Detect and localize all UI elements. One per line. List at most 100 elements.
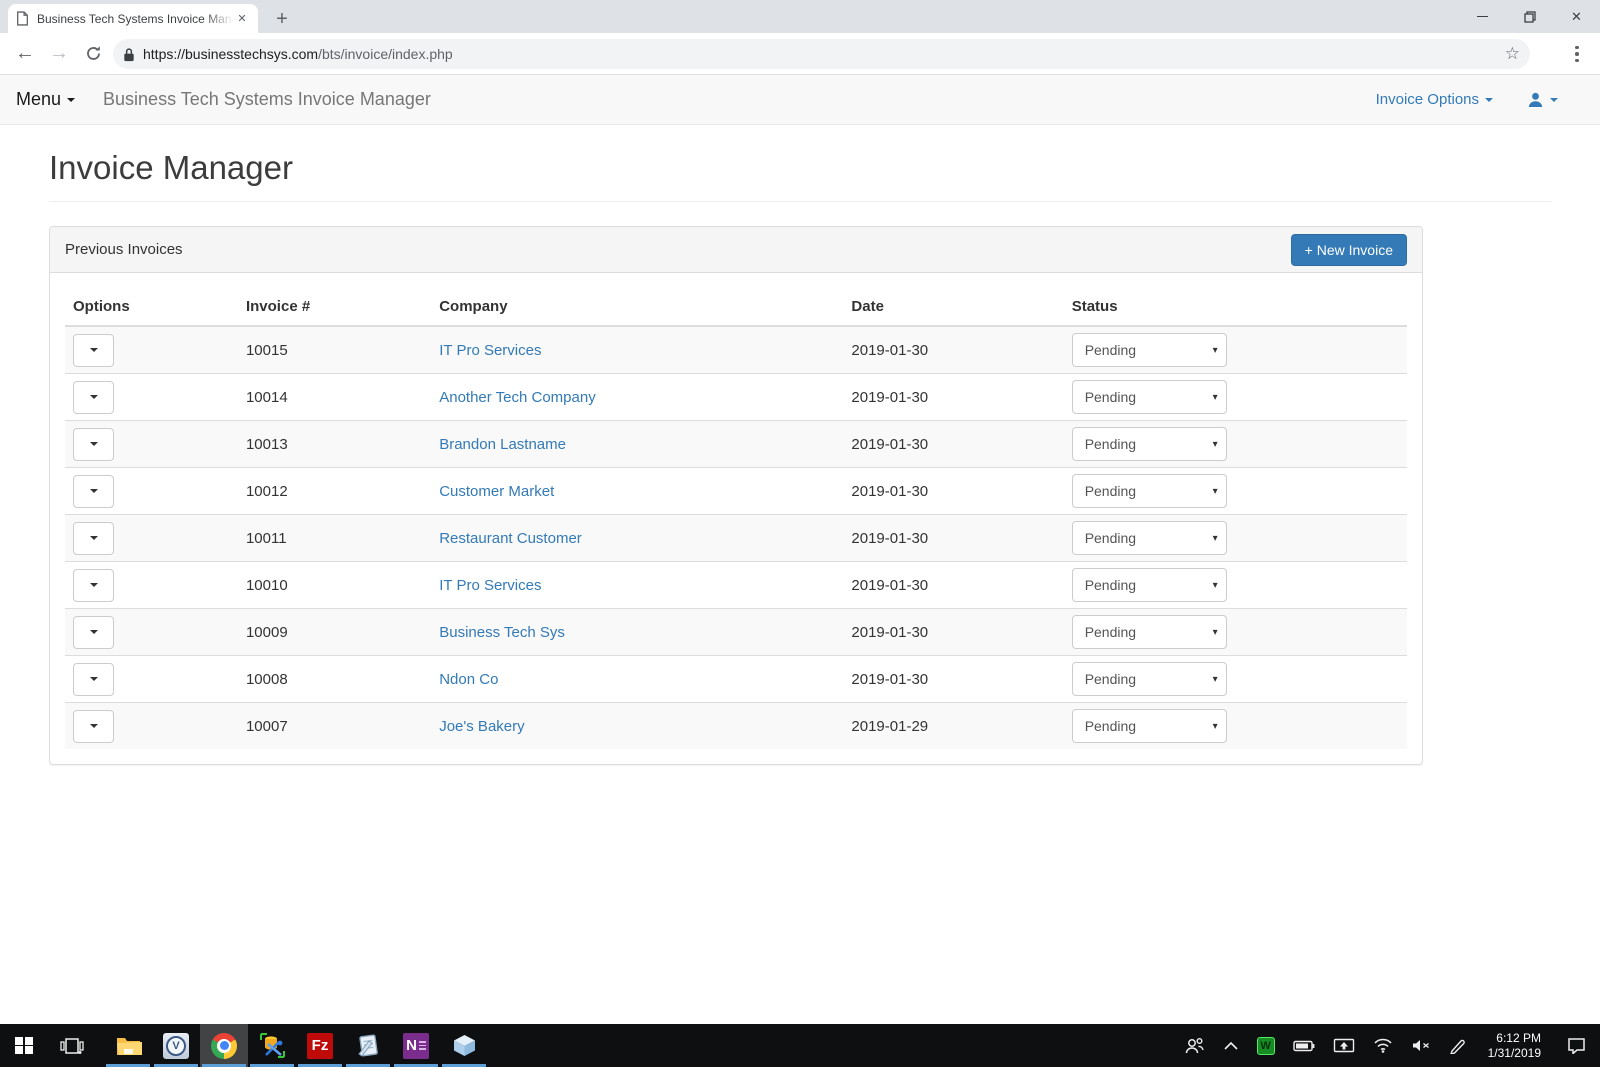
- taskbar-app-notepad[interactable]: [344, 1024, 392, 1067]
- database-tools-icon: [259, 1032, 286, 1059]
- table-row: 10013 Brandon Lastname 2019-01-30 Pendin…: [65, 421, 1407, 468]
- taskbar-app-chrome[interactable]: [200, 1024, 248, 1067]
- minimize-button[interactable]: [1459, 0, 1506, 33]
- filezilla-icon: Fz: [307, 1033, 333, 1059]
- action-center-button[interactable]: [1553, 1024, 1600, 1067]
- date-cell: 2019-01-30: [843, 374, 1063, 421]
- taskbar-app-database-tools[interactable]: [248, 1024, 296, 1067]
- cast-display-button[interactable]: [1324, 1024, 1364, 1067]
- caret-down-icon: [90, 677, 98, 681]
- status-select[interactable]: Pending ▾: [1072, 709, 1227, 743]
- browser-toolbar: ← → https://businesstechsys.com/bts/invo…: [0, 33, 1600, 75]
- table-row: 10009 Business Tech Sys 2019-01-30 Pendi…: [65, 609, 1407, 656]
- table-row: 10010 IT Pro Services 2019-01-30 Pending…: [65, 562, 1407, 609]
- company-link[interactable]: Business Tech Sys: [439, 624, 565, 641]
- row-options-dropdown-button[interactable]: [73, 428, 114, 461]
- company-link[interactable]: Joe's Bakery: [439, 718, 524, 735]
- invoice-number: 10007: [246, 718, 288, 735]
- caret-down-icon: [1550, 98, 1558, 102]
- row-options-dropdown-button[interactable]: [73, 381, 114, 414]
- page-title: Invoice Manager: [49, 149, 1551, 201]
- close-window-button[interactable]: ✕: [1553, 0, 1600, 33]
- taskbar-app-virtualbox[interactable]: [440, 1024, 488, 1067]
- address-bar[interactable]: https://businesstechsys.com/bts/invoice/…: [113, 39, 1530, 69]
- company-cell: Ndon Co: [431, 656, 843, 703]
- w-app-tray-icon: W: [1257, 1037, 1275, 1055]
- new-invoice-button[interactable]: + New Invoice: [1291, 234, 1407, 266]
- company-link[interactable]: Restaurant Customer: [439, 530, 582, 547]
- date-cell: 2019-01-30: [843, 515, 1063, 562]
- show-hidden-icons-button[interactable]: [1214, 1024, 1248, 1067]
- people-button[interactable]: [1174, 1024, 1214, 1067]
- back-button[interactable]: ←: [8, 37, 42, 71]
- date-cell: 2019-01-30: [843, 421, 1063, 468]
- taskbar-clock[interactable]: 6:12 PM 1/31/2019: [1476, 1024, 1553, 1067]
- caret-down-icon: [90, 536, 98, 540]
- company-link[interactable]: Customer Market: [439, 483, 554, 500]
- column-header-invoice: Invoice #: [238, 288, 431, 326]
- tab-close-icon[interactable]: ✕: [234, 11, 250, 27]
- menu-dropdown[interactable]: Menu: [16, 89, 75, 110]
- status-select[interactable]: Pending ▾: [1072, 662, 1227, 696]
- status-select[interactable]: Pending ▾: [1072, 521, 1227, 555]
- windows-logo-icon: [15, 1037, 33, 1055]
- invoice-options-dropdown[interactable]: Invoice Options: [1376, 91, 1493, 108]
- minimize-icon: [1477, 16, 1488, 18]
- caret-down-icon: [90, 583, 98, 587]
- bookmark-star-icon[interactable]: ☆: [1505, 44, 1520, 64]
- row-options-dropdown-button[interactable]: [73, 522, 114, 555]
- status-select[interactable]: Pending ▾: [1072, 568, 1227, 602]
- speaker-muted-icon: [1411, 1038, 1431, 1053]
- refresh-button[interactable]: [76, 37, 110, 71]
- invoice-date: 2019-01-30: [851, 342, 928, 359]
- row-options-dropdown-button[interactable]: [73, 475, 114, 508]
- status-selected-value: Pending: [1085, 577, 1136, 593]
- windows-taskbar: V Fz: [0, 1024, 1600, 1067]
- volume-button[interactable]: [1402, 1024, 1440, 1067]
- pen-button[interactable]: [1440, 1024, 1476, 1067]
- row-options-dropdown-button[interactable]: [73, 663, 114, 696]
- status-select[interactable]: Pending ▾: [1072, 474, 1227, 508]
- column-header-status: Status: [1064, 288, 1407, 326]
- menu-label: Menu: [16, 89, 61, 110]
- invoice-table: Options Invoice # Company Date Status 10…: [65, 288, 1407, 749]
- task-view-button[interactable]: [48, 1024, 96, 1067]
- row-options-dropdown-button[interactable]: [73, 616, 114, 649]
- taskbar-app-onenote[interactable]: N: [392, 1024, 440, 1067]
- restore-button[interactable]: [1506, 0, 1553, 33]
- company-link[interactable]: Ndon Co: [439, 671, 498, 688]
- taskbar-app-v-circle[interactable]: V: [152, 1024, 200, 1067]
- status-select[interactable]: Pending ▾: [1072, 333, 1227, 367]
- date-cell: 2019-01-30: [843, 609, 1063, 656]
- company-link[interactable]: IT Pro Services: [439, 342, 541, 359]
- start-button[interactable]: [0, 1024, 48, 1067]
- forward-button[interactable]: →: [42, 37, 76, 71]
- invoice-number-cell: 10010: [238, 562, 431, 609]
- taskbar-app-filezilla[interactable]: Fz: [296, 1024, 344, 1067]
- row-options-dropdown-button[interactable]: [73, 710, 114, 743]
- user-account-dropdown[interactable]: [1527, 91, 1558, 108]
- system-tray: W: [1174, 1024, 1600, 1067]
- status-selected-value: Pending: [1085, 530, 1136, 546]
- virtualbox-icon: [451, 1032, 478, 1059]
- battery-button[interactable]: [1284, 1024, 1324, 1067]
- company-link[interactable]: Another Tech Company: [439, 389, 595, 406]
- desktop-screen: Business Tech Systems Invoice Manager ✕ …: [0, 0, 1600, 1067]
- company-link[interactable]: Brandon Lastname: [439, 436, 566, 453]
- row-options-dropdown-button[interactable]: [73, 334, 114, 367]
- caret-down-icon: [90, 724, 98, 728]
- wifi-button[interactable]: [1364, 1024, 1402, 1067]
- row-options-dropdown-button[interactable]: [73, 569, 114, 602]
- new-tab-button[interactable]: +: [268, 6, 296, 32]
- w-tray-button[interactable]: W: [1248, 1024, 1284, 1067]
- status-select[interactable]: Pending ▾: [1072, 615, 1227, 649]
- company-cell: Restaurant Customer: [431, 515, 843, 562]
- browser-tab[interactable]: Business Tech Systems Invoice Manager ✕: [8, 4, 258, 33]
- taskbar-app-file-explorer[interactable]: [104, 1024, 152, 1067]
- status-select[interactable]: Pending ▾: [1072, 427, 1227, 461]
- invoice-date: 2019-01-30: [851, 577, 928, 594]
- browser-menu-button[interactable]: [1562, 39, 1592, 69]
- status-select[interactable]: Pending ▾: [1072, 380, 1227, 414]
- company-link[interactable]: IT Pro Services: [439, 577, 541, 594]
- clock-time: 6:12 PM: [1496, 1031, 1541, 1046]
